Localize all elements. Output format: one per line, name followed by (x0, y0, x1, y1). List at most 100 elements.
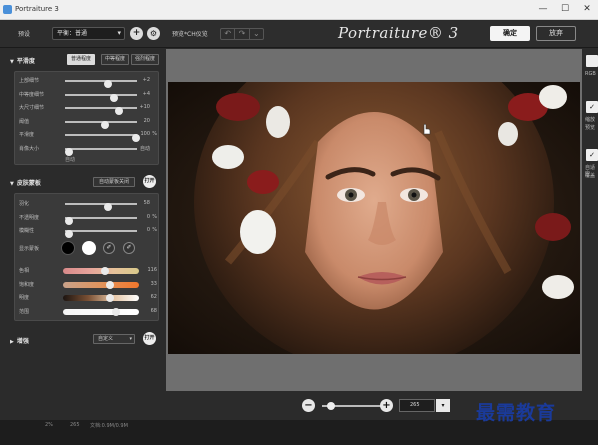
slider-label: 大尺寸细节 (19, 105, 45, 111)
slider-value: 33 (150, 280, 157, 287)
smoothing-slider-row: 上部细节 +2 (15, 76, 160, 88)
minus-icon: − (304, 400, 313, 411)
cancel-button[interactable]: 放弃 (536, 26, 576, 41)
title-bar: Portraiture 3 — ☐ ✕ (0, 0, 598, 20)
undo-icon[interactable]: ↶ (221, 29, 236, 39)
add-preset-button[interactable]: + (130, 27, 143, 40)
tab-medium[interactable]: 中等程度 (101, 54, 129, 65)
preview-canvas[interactable] (166, 49, 582, 391)
slider-handle[interactable] (100, 267, 109, 275)
slider-handle[interactable] (115, 107, 123, 115)
smoothing-slider-row: 大尺寸细节 +10 (15, 103, 160, 115)
color-slider-row: 明度 62 (15, 293, 160, 303)
slider-track[interactable] (65, 120, 137, 129)
slider-value: 20 (143, 117, 150, 124)
slider-label: 色相 (19, 268, 30, 274)
slider-label: 不透明度 (19, 214, 40, 221)
maximize-button[interactable]: ☐ (555, 3, 575, 16)
slider-track[interactable] (65, 134, 140, 142)
slider-value: +10 (139, 104, 150, 110)
mask-slider-row: 模糊性 0% (15, 226, 160, 238)
slider-label: 明度 (19, 295, 30, 301)
enhance-preset-select[interactable]: 自定义 ▾ (93, 334, 135, 344)
color-gradient-track[interactable] (63, 307, 139, 316)
slider-handle[interactable] (64, 147, 73, 156)
slider-value: 0 (146, 213, 150, 220)
watermark-text: 最需教育 (476, 402, 557, 424)
tab-strong[interactable]: 强烈程度 (131, 54, 159, 65)
slider-track[interactable] (65, 107, 137, 115)
color-gradient-track[interactable] (63, 267, 139, 275)
slider-value: 116 (147, 267, 157, 273)
auto-mask-button[interactable]: 自动蒙板关闭 (93, 177, 135, 187)
collapse-triangle-icon: ▼ (10, 59, 14, 65)
fit-option-checkbox[interactable]: ✓ (586, 149, 598, 161)
undo-redo-group: ↶ ↷ ⌄ (220, 28, 264, 40)
slider-track[interactable] (64, 230, 137, 238)
color-gradient-track[interactable] (63, 280, 139, 289)
show-mask-label: 显示蒙板 (19, 246, 40, 252)
slider-label: 阈值 (19, 118, 30, 125)
color-slider-row: 色相 116 (15, 266, 160, 276)
slider-handle[interactable] (64, 230, 73, 238)
slider-label: 中等度细节 (19, 91, 45, 98)
enhance-section-header[interactable]: ▶ 增强 (10, 336, 29, 345)
slider-value: 100 (140, 131, 150, 137)
slider-track[interactable] (65, 80, 137, 88)
smoothing-sliders: 上部细节 +2 中等度细节 +4 大尺寸细节 +10 阈值 20 平滑度 100% 肖像大小 自动 自动 (14, 71, 159, 165)
zoom-level-input[interactable]: 265 (399, 399, 435, 412)
slider-track[interactable] (64, 147, 137, 156)
plus-icon: + (132, 28, 141, 38)
slider-label: 模糊性 (19, 228, 35, 234)
rgb-option-box[interactable] (586, 55, 598, 67)
zoom-option-checkbox[interactable]: ✓ (586, 101, 598, 113)
smoothing-slider-row: 肖像大小 自动 (15, 144, 160, 156)
slider-handle[interactable] (104, 80, 113, 88)
history-dropdown-icon[interactable]: ⌄ (250, 29, 263, 39)
preset-select[interactable]: 平衡：普通 ▾ (52, 27, 125, 40)
zoom-out-button[interactable]: − (302, 399, 315, 412)
ok-button[interactable]: 确定 (490, 26, 530, 41)
skin-mask-section-header[interactable]: ▼ 皮肤蒙板 (10, 178, 41, 187)
slider-unit: % (152, 227, 157, 233)
slider-value: 58 (143, 200, 150, 206)
white-swatch[interactable] (82, 241, 96, 255)
slider-track[interactable] (65, 93, 137, 102)
slider-handle[interactable] (112, 307, 121, 316)
gear-icon: ⚙ (149, 29, 158, 38)
slider-handle[interactable] (100, 120, 109, 129)
minimize-button[interactable]: — (533, 3, 553, 16)
eyedropper-icon[interactable]: ✐ (103, 242, 115, 254)
slider-track[interactable] (64, 216, 137, 225)
zoom-dropdown-button[interactable]: ▾ (436, 399, 450, 412)
right-panel: RGB ✓ 缩放 预览 ✓ 自适应 覆盖 (583, 49, 598, 420)
redo-icon[interactable]: ↷ (235, 29, 250, 39)
preset-label: 预设 (18, 31, 31, 38)
portrait-photo[interactable] (168, 82, 580, 354)
preset-settings-button[interactable]: ⚙ (147, 27, 160, 40)
enhance-toggle[interactable]: 打开 (143, 332, 156, 345)
skin-mask-toggle[interactable]: 打开 (143, 175, 156, 188)
slider-handle[interactable] (104, 203, 113, 211)
skin-mask-box: 显示蒙板 ✐ ✐ 羽化 58 不透明度 0% 模糊性 0% 色相 116 饱和度 33 明度 62 范围… (14, 193, 159, 321)
portrait-size-note: 自动 (65, 157, 76, 163)
plus-icon: + (382, 400, 391, 411)
preview-option-label: 预览 (585, 125, 596, 131)
collapse-triangle-icon: ▼ (10, 181, 14, 187)
slider-handle[interactable] (109, 93, 118, 102)
eyedropper-add-icon[interactable]: ✐ (123, 242, 135, 254)
zoom-slider[interactable] (322, 402, 382, 410)
smoothing-section-header[interactable]: ▼ 平滑度 (10, 56, 35, 65)
smoothing-slider-row: 阈值 20 (15, 117, 160, 129)
black-swatch[interactable] (61, 241, 75, 255)
slider-handle[interactable] (64, 216, 73, 225)
zoom-in-button[interactable]: + (380, 399, 393, 412)
zoom-slider-handle[interactable] (327, 402, 335, 410)
color-gradient-track[interactable] (63, 294, 139, 302)
slider-handle[interactable] (106, 280, 115, 289)
portrait-image (168, 82, 580, 354)
slider-handle[interactable] (106, 294, 115, 302)
tab-normal[interactable]: 普通程度 (67, 54, 95, 65)
close-button[interactable]: ✕ (577, 3, 597, 16)
slider-track[interactable] (65, 203, 137, 211)
